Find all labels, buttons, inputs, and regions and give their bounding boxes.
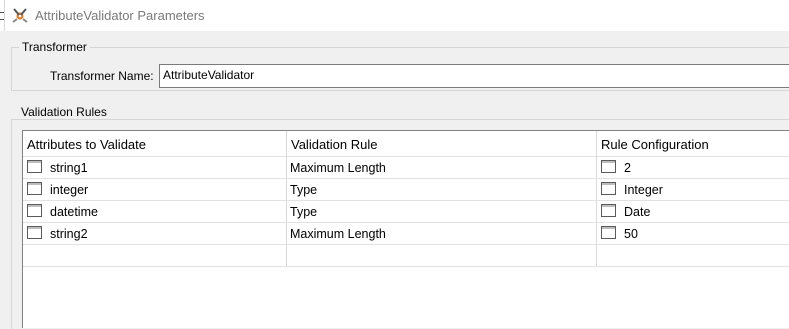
column-header-rule-configuration[interactable]: Rule Configuration [597, 131, 789, 157]
table-row[interactable]: datetime Type Date [23, 201, 789, 223]
title-bar: AttributeValidator Parameters [0, 0, 789, 31]
rule-value: Type [290, 205, 318, 219]
column-header-validation-rule[interactable]: Validation Rule [287, 131, 597, 157]
table-row-empty[interactable] [23, 245, 789, 267]
config-value: Date [624, 205, 651, 219]
column-header-attributes[interactable]: Attributes to Validate [23, 131, 287, 157]
attribute-value: string2 [50, 227, 88, 241]
config-picker-icon[interactable] [601, 160, 616, 173]
window-edge [0, 0, 5, 31]
transformer-group-title: Transformer [19, 40, 90, 54]
config-picker-icon[interactable] [601, 204, 616, 217]
attribute-value: string1 [50, 161, 88, 175]
dialog-body: Transformer Transformer Name: AttributeV… [0, 31, 789, 329]
attribute-picker-icon[interactable] [27, 204, 42, 217]
rule-cell[interactable] [287, 245, 597, 266]
validation-rules-group-title: Validation Rules [18, 105, 110, 119]
attribute-cell[interactable]: string2 [23, 223, 287, 244]
config-cell[interactable]: 50 [597, 223, 789, 244]
attribute-cell[interactable] [23, 245, 287, 266]
rule-cell[interactable]: Maximum Length [287, 223, 597, 244]
validation-rules-table: Attributes to Validate Validation Rule R… [22, 130, 789, 328]
attribute-cell[interactable]: string1 [23, 157, 287, 178]
table-header: Attributes to Validate Validation Rule R… [23, 131, 789, 157]
attribute-cell[interactable]: datetime [23, 201, 287, 222]
config-cell[interactable]: Integer [597, 179, 789, 200]
table-row[interactable]: integer Type Integer [23, 179, 789, 201]
rule-cell[interactable]: Type [287, 179, 597, 200]
fme-transformer-icon [12, 8, 28, 23]
rule-cell[interactable]: Maximum Length [287, 157, 597, 178]
config-value: 50 [624, 227, 638, 241]
config-value: Integer [624, 183, 663, 197]
table-row[interactable]: string1 Maximum Length 2 [23, 157, 789, 179]
config-cell[interactable]: 2 [597, 157, 789, 178]
window-title: AttributeValidator Parameters [35, 8, 205, 23]
table-row[interactable]: string2 Maximum Length 50 [23, 223, 789, 245]
attribute-picker-icon[interactable] [27, 182, 42, 195]
attribute-cell[interactable]: integer [23, 179, 287, 200]
transformer-name-label: Transformer Name: [50, 69, 154, 83]
attribute-value: datetime [50, 205, 98, 219]
transformer-name-input[interactable]: AttributeValidator [159, 64, 789, 88]
rule-value: Type [290, 183, 318, 197]
config-value: 2 [624, 161, 631, 175]
attribute-value: integer [50, 183, 89, 197]
config-cell[interactable] [597, 245, 789, 266]
attribute-picker-icon[interactable] [27, 226, 42, 239]
attribute-picker-icon[interactable] [27, 160, 42, 173]
rule-value: Maximum Length [290, 227, 386, 241]
config-cell[interactable]: Date [597, 201, 789, 222]
rule-cell[interactable]: Type [287, 201, 597, 222]
config-picker-icon[interactable] [601, 182, 616, 195]
config-picker-icon[interactable] [601, 226, 616, 239]
rule-value: Maximum Length [290, 161, 386, 175]
